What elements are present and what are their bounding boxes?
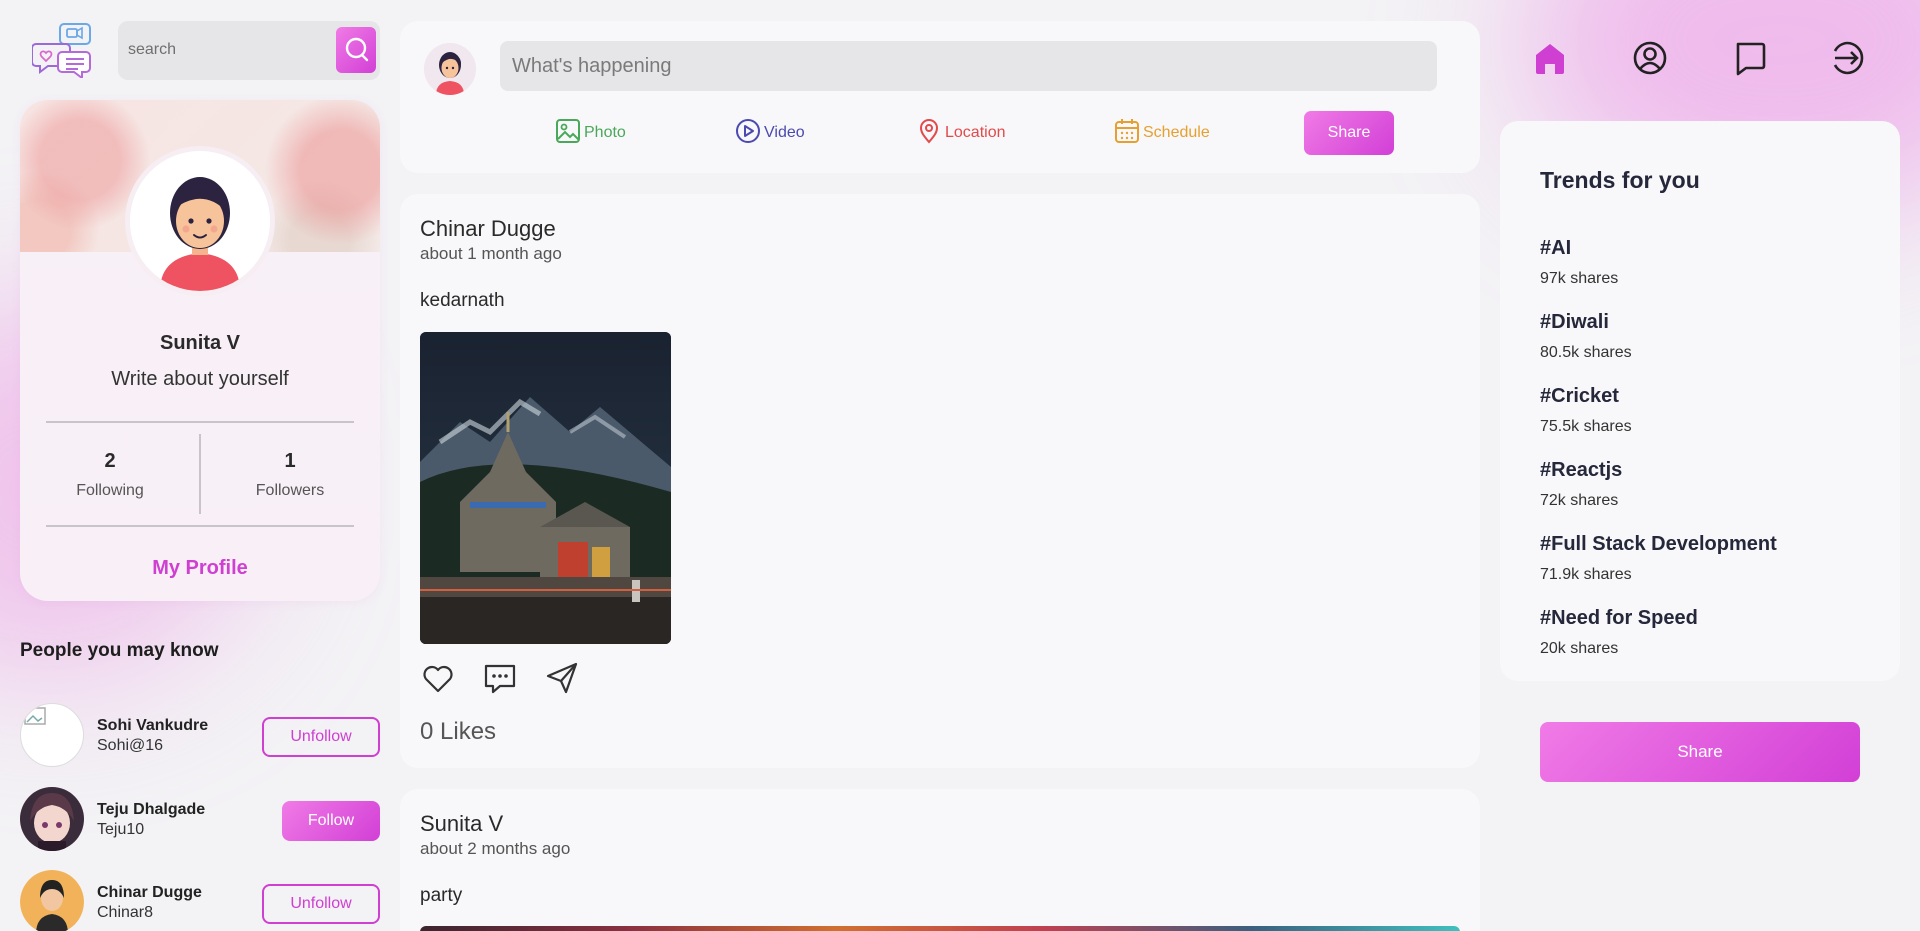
post-actions [420, 660, 580, 701]
trend-tag: #Full Stack Development [1540, 533, 1777, 555]
trend-shares: 20k shares [1540, 640, 1619, 657]
avatar-orange [20, 870, 84, 931]
trends-title: Trends for you [1540, 167, 1700, 193]
divider [46, 525, 354, 527]
profile-avatar [125, 146, 275, 296]
follow-button[interactable]: Follow [282, 801, 380, 841]
video-option[interactable]: Video [735, 118, 805, 149]
post-card: Sunita V about 2 months ago party [400, 789, 1480, 931]
logo-icon [31, 22, 94, 80]
profile-name: Sunita V [159, 332, 240, 354]
post-time: about 1 month ago [420, 244, 562, 263]
composer-input[interactable] [500, 41, 1437, 91]
post-image [420, 332, 671, 644]
logo-search-row [31, 20, 380, 82]
comment-icon[interactable] [482, 660, 518, 701]
like-heart-icon[interactable] [420, 660, 456, 701]
person-name: Sohi Vankudre [97, 717, 209, 734]
trend-shares: 75.5k shares [1540, 418, 1632, 435]
person-name: Teju Dhalgade [97, 801, 206, 818]
trend-shares: 97k shares [1540, 270, 1619, 287]
trend-item[interactable]: #Reactjs 72k shares [1540, 459, 1622, 510]
trend-item[interactable]: #Cricket 75.5k shares [1540, 385, 1632, 436]
person-item: Sohi Vankudre Sohi@16 Unfollow [20, 703, 380, 769]
share-send-icon[interactable] [544, 660, 580, 701]
video-label: Video [764, 124, 805, 141]
anime-avatar [20, 787, 84, 851]
person-avatar [20, 703, 84, 767]
logout-icon[interactable] [1831, 39, 1869, 77]
calendar-icon [1114, 118, 1140, 149]
trend-tag: #Cricket [1540, 385, 1619, 407]
person-item: Chinar Dugge Chinar8 Unfollow [20, 870, 380, 931]
post-author: Chinar Dugge [420, 216, 556, 241]
image-icon [555, 118, 581, 149]
post-time: about 2 months ago [420, 839, 571, 858]
trend-tag: #Diwali [1540, 311, 1609, 333]
play-circle-icon [735, 118, 761, 149]
trend-shares: 80.5k shares [1540, 344, 1632, 361]
home-icon[interactable] [1531, 39, 1569, 77]
person-handle: Chinar8 [97, 904, 154, 921]
location-pin-icon [916, 118, 942, 149]
post-likes: 0 Likes [420, 718, 497, 745]
divider [199, 434, 201, 514]
location-label: Location [945, 124, 1006, 141]
following-count: 2 [104, 450, 116, 472]
search-icon [342, 35, 370, 66]
unfollow-button[interactable]: Unfollow [262, 884, 380, 924]
divider [46, 421, 354, 423]
post-card: Chinar Dugge about 1 month ago kedarnath [400, 194, 1480, 768]
search-box [118, 21, 380, 80]
schedule-option[interactable]: Schedule [1114, 118, 1210, 149]
photo-label: Photo [584, 124, 626, 141]
trends-card: Trends for you #AI 97k shares #Diwali 80… [1500, 121, 1900, 681]
post-composer: Photo Video Location [400, 21, 1480, 173]
person-item: Teju Dhalgade Teju10 Follow [20, 787, 380, 853]
broken-image-icon [21, 707, 83, 766]
followers-count: 1 [284, 450, 296, 472]
person-name: Chinar Dugge [97, 884, 202, 901]
unfollow-button[interactable]: Unfollow [262, 717, 380, 757]
person-handle: Sohi@16 [97, 737, 164, 754]
post-text: kedarnath [420, 290, 505, 311]
trend-item[interactable]: #AI 97k shares [1540, 237, 1618, 288]
profile-icon[interactable] [1631, 39, 1669, 77]
trend-tag: #AI [1540, 237, 1572, 259]
search-button[interactable] [336, 27, 376, 73]
people-title: People you may know [20, 640, 219, 661]
trend-item[interactable]: #Need for Speed 20k shares [1540, 607, 1698, 658]
trend-shares: 72k shares [1540, 492, 1619, 509]
my-profile-link[interactable]: My Profile [20, 557, 380, 580]
post-author: Sunita V [420, 811, 504, 836]
composer-share-button[interactable]: Share [1304, 111, 1394, 155]
person-avatar [20, 787, 84, 851]
trend-tag: #Need for Speed [1540, 607, 1698, 629]
search-input[interactable] [128, 37, 328, 63]
following-label: Following [76, 482, 144, 499]
post-text: party [420, 885, 463, 906]
trend-item[interactable]: #Diwali 80.5k shares [1540, 311, 1632, 362]
share-button[interactable]: Share [1540, 722, 1860, 782]
profile-card: Sunita V Write about yourself 2 Followin… [20, 100, 380, 601]
trend-tag: #Reactjs [1540, 459, 1623, 481]
trend-item[interactable]: #Full Stack Development 71.9k shares [1540, 533, 1777, 584]
post-image [420, 926, 1460, 931]
chat-icon[interactable] [1731, 39, 1769, 77]
profile-bio: Write about yourself [111, 368, 289, 390]
person-avatar [20, 870, 84, 931]
location-option[interactable]: Location [916, 118, 1006, 149]
followers-label: Followers [255, 482, 325, 499]
person-handle: Teju10 [97, 821, 145, 838]
photo-option[interactable]: Photo [555, 118, 626, 149]
schedule-label: Schedule [1143, 124, 1210, 141]
app-layout: Sunita V Write about yourself 2 Followin… [0, 0, 1920, 931]
trend-shares: 71.9k shares [1540, 566, 1632, 583]
composer-avatar [424, 43, 476, 95]
